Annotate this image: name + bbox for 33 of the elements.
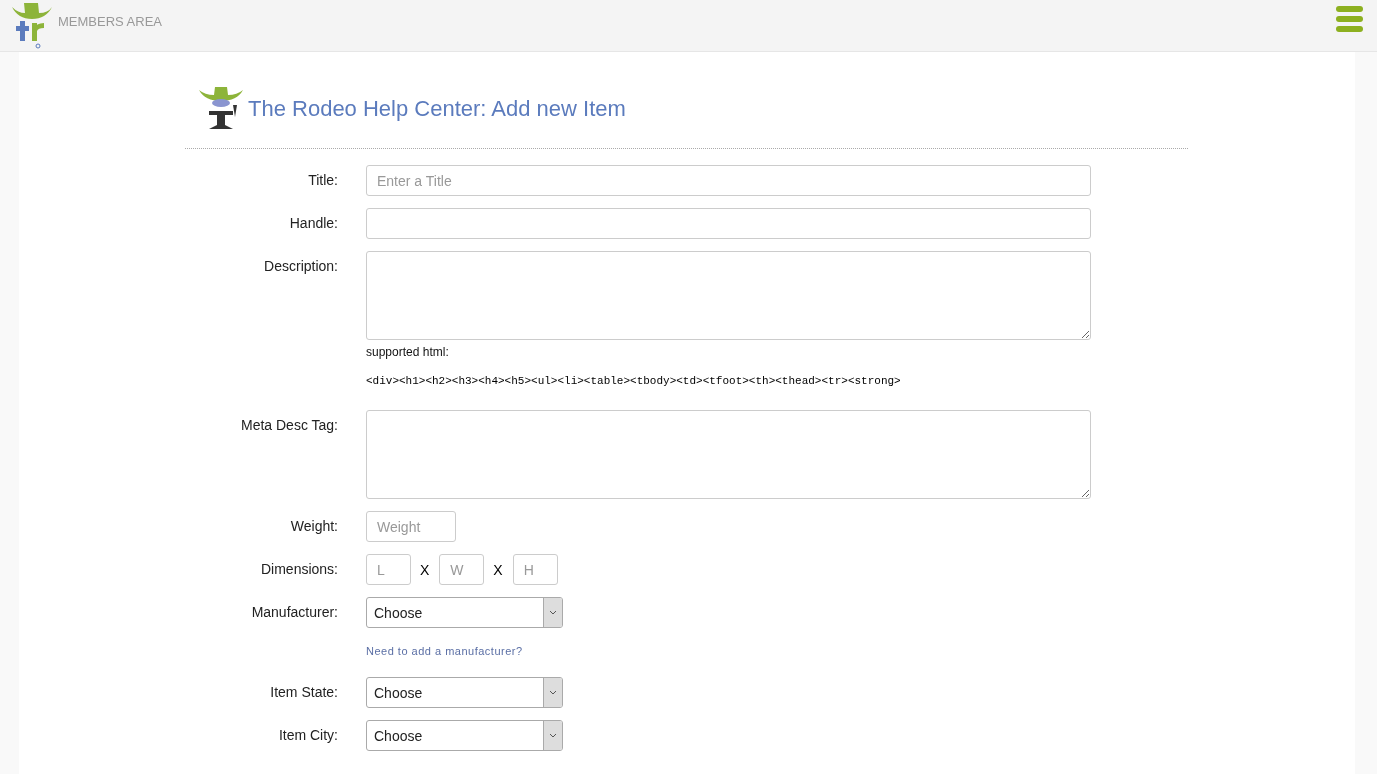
dimension-field[interactable]: H <box>512 554 558 585</box>
menu-icon[interactable] <box>1336 6 1363 32</box>
caret-icon <box>543 678 562 707</box>
text-area[interactable] <box>366 410 1091 499</box>
text-field[interactable] <box>366 208 1091 239</box>
dropdown[interactable]: Choose <box>366 597 563 628</box>
dropdown[interactable]: Choose <box>366 720 563 751</box>
cowboy-icon <box>199 87 243 131</box>
caret-icon <box>543 721 562 750</box>
field-label: Description: <box>263 257 338 276</box>
text-area[interactable] <box>366 251 1091 340</box>
separator-text: X <box>420 561 430 578</box>
field-label: Weight: <box>289 517 338 536</box>
dimension-field[interactable]: L <box>366 554 411 585</box>
field-label: Item City: <box>277 726 338 745</box>
field-label: Handle: <box>288 214 338 233</box>
separator-text: X <box>493 561 503 578</box>
page-heading: The Rodeo Help Center: Add new Item <box>248 96 626 122</box>
help-text: supported html: <box>366 345 450 359</box>
caret-icon <box>543 598 562 627</box>
weight-field[interactable]: Weight <box>366 511 456 542</box>
field-label: Item State: <box>269 683 338 702</box>
field-label: Dimensions: <box>259 560 338 579</box>
field-label: Title: <box>307 171 338 190</box>
add-manufacturer-link[interactable]: Need to add a manufacturer? <box>366 645 523 657</box>
dimension-field[interactable]: W <box>439 554 485 585</box>
members-area-title: MEMBERS AREA <box>58 14 163 29</box>
logo-icon[interactable] <box>12 1 52 49</box>
html-tags-text: <div><h1><h2><h3><h4><h5><ul><li><table><tbody><td><tfoot><th><thead><tr><strong> <box>366 375 902 387</box>
text-field[interactable]: Enter a Title <box>366 165 1091 196</box>
field-label: Manufacturer: <box>250 603 338 622</box>
dropdown[interactable]: Choose <box>366 677 563 708</box>
field-label: Meta Desc Tag: <box>240 416 338 435</box>
